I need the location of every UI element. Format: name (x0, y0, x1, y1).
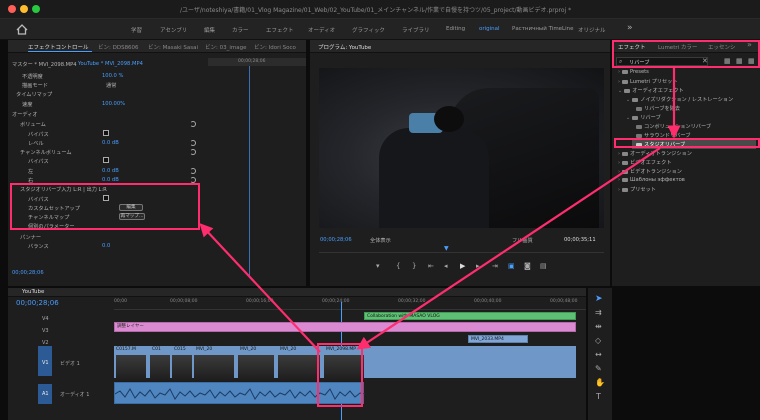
annotation-arrows (199, 68, 681, 353)
arrow-item-to-clip (356, 147, 661, 350)
arrow-clip-to-controls (199, 223, 321, 353)
